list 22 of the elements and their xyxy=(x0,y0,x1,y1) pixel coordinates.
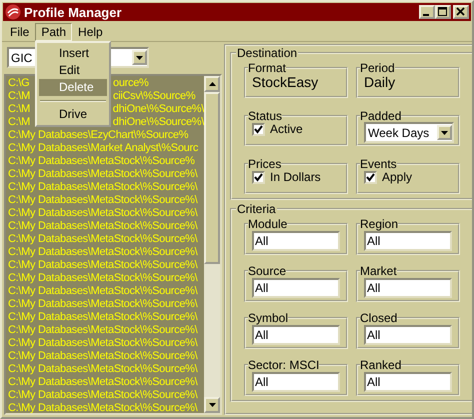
field-label: Source xyxy=(248,265,286,277)
field-label: Ranked xyxy=(360,359,402,371)
group-label: Prices xyxy=(248,158,282,170)
value-text: Daily xyxy=(364,74,396,90)
group-label: Padded xyxy=(360,110,402,122)
field-label: Module xyxy=(248,218,288,230)
checkbox-label: In Dollars xyxy=(270,170,321,184)
checkbox-label: Apply xyxy=(382,170,412,184)
field-label: Closed xyxy=(360,312,398,324)
group-label: Events xyxy=(360,158,397,170)
window-title: Profile Manager xyxy=(24,4,123,20)
field-label: Market xyxy=(360,265,397,277)
checkbox-label: Active xyxy=(270,122,303,136)
value-text: StockEasy xyxy=(252,74,318,90)
group-title: Destination xyxy=(236,46,298,60)
field-label: Region xyxy=(360,218,398,230)
group-label: Period xyxy=(360,62,395,74)
field-label: Symbol xyxy=(248,312,288,324)
group-title: Criteria xyxy=(236,202,277,216)
group-label: Status xyxy=(248,110,282,122)
group-label: Format xyxy=(248,62,286,74)
field-label: Sector: MSCI xyxy=(248,359,320,371)
